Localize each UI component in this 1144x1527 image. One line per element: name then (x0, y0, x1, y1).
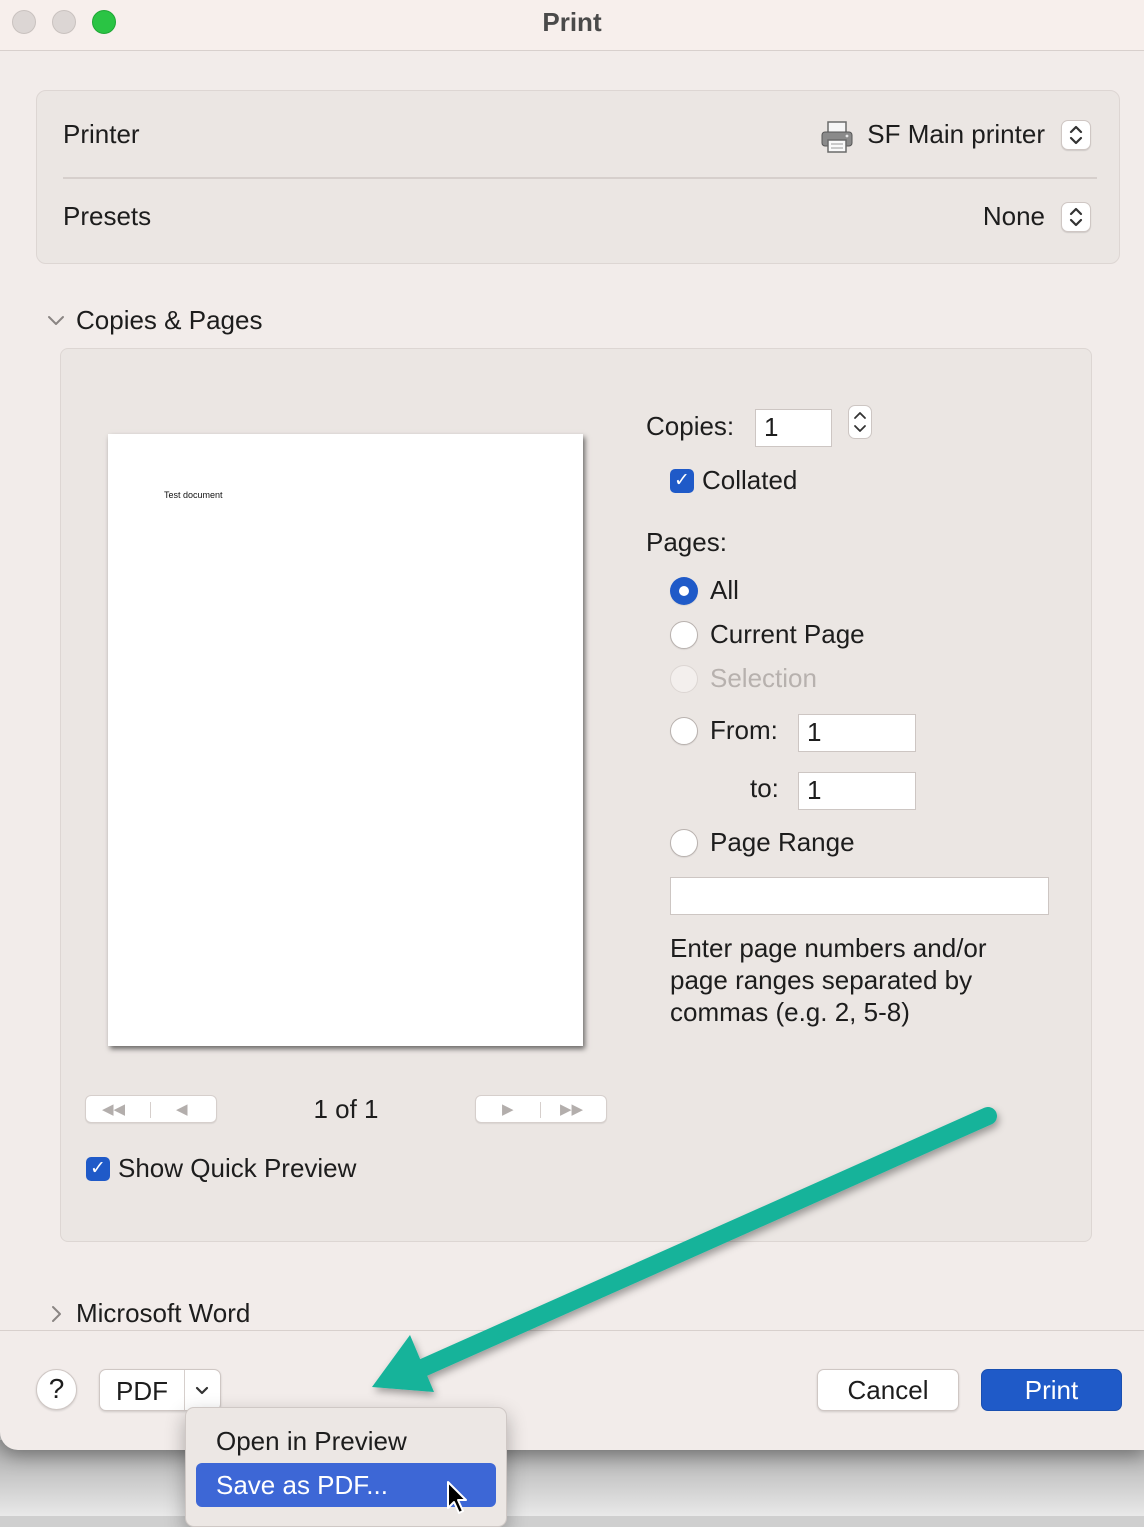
pages-all-label: All (710, 575, 739, 605)
print-button[interactable]: Print (981, 1369, 1122, 1411)
footer-divider (0, 1330, 1144, 1331)
cancel-button[interactable]: Cancel (817, 1369, 959, 1411)
pages-current-label: Current Page (710, 619, 865, 649)
page-range-hint: Enter page numbers and/or page ranges se… (670, 933, 987, 1027)
collated-checkbox[interactable]: ✓ (670, 469, 694, 493)
pages-from-radio[interactable] (670, 717, 698, 745)
presets-stepper[interactable] (1061, 202, 1091, 232)
help-button[interactable]: ? (36, 1369, 77, 1410)
pdf-button-split (184, 1370, 185, 1410)
collated-label: Collated (702, 465, 798, 495)
presets-select[interactable]: None (983, 201, 1045, 232)
preview-document-text: Test document (164, 490, 223, 500)
preview-nav-back-group: ◀◀ ◀ (85, 1095, 217, 1123)
copies-pages-section-title[interactable]: Copies & Pages (76, 305, 262, 336)
title-bar: Print (0, 0, 1144, 51)
pages-selection-label: Selection (710, 663, 817, 693)
presets-label: Presets (63, 201, 152, 231)
pages-from-input[interactable]: 1 (798, 714, 916, 752)
pages-selection-radio (670, 665, 698, 693)
pages-to-label: to: (750, 773, 779, 803)
pages-label: Pages: (646, 527, 727, 557)
pages-all-radio[interactable] (670, 577, 698, 605)
pages-from-label: From: (710, 715, 778, 745)
chevron-down-icon[interactable] (46, 310, 66, 330)
last-page-icon[interactable]: ▶▶ (560, 1100, 583, 1118)
chevron-down-icon[interactable] (192, 1380, 212, 1400)
first-page-icon[interactable]: ◀◀ (102, 1100, 125, 1118)
pdf-button-label: PDF (116, 1376, 168, 1406)
printer-icon (821, 121, 853, 153)
printer-select[interactable]: SF Main printer (867, 119, 1045, 150)
pages-range-radio[interactable] (670, 829, 698, 857)
printer-stepper[interactable] (1061, 120, 1091, 150)
previous-page-icon[interactable]: ◀ (176, 1100, 188, 1118)
stepper-icon (854, 412, 866, 432)
preview-nav-forward-group: ▶ ▶▶ (475, 1095, 607, 1123)
copies-stepper[interactable] (848, 405, 872, 439)
next-page-icon[interactable]: ▶ (502, 1100, 514, 1118)
stepper-icon (1069, 125, 1083, 145)
microsoft-word-section-title[interactable]: Microsoft Word (76, 1298, 250, 1329)
window-title: Print (542, 7, 602, 37)
menu-item-open-in-preview[interactable]: Open in Preview (196, 1419, 496, 1463)
page-range-input[interactable] (670, 877, 1049, 915)
show-quick-preview-label: Show Quick Preview (118, 1153, 357, 1183)
copies-input[interactable]: 1 (755, 409, 832, 447)
chevron-right-icon[interactable] (46, 1304, 66, 1324)
pages-current-radio[interactable] (670, 621, 698, 649)
stepper-icon (1069, 207, 1083, 227)
page-preview: Test document (108, 434, 583, 1046)
copies-label: Copies: (646, 411, 735, 441)
printer-label: Printer (63, 119, 140, 149)
pages-range-label: Page Range (710, 827, 855, 857)
pages-to-input[interactable]: 1 (798, 772, 916, 810)
pdf-menu-button[interactable]: PDF (99, 1369, 221, 1411)
show-quick-preview-checkbox[interactable]: ✓ (86, 1157, 110, 1181)
page-indicator: 1 of 1 (313, 1094, 379, 1124)
desktop-background (0, 1440, 1144, 1516)
panel-divider (63, 177, 1097, 179)
print-dialog: Print Printer SF Main printer Presets No… (0, 0, 1144, 1450)
mouse-cursor-icon (447, 1481, 467, 1514)
printer-presets-panel: Printer SF Main printer Presets None (36, 90, 1120, 264)
